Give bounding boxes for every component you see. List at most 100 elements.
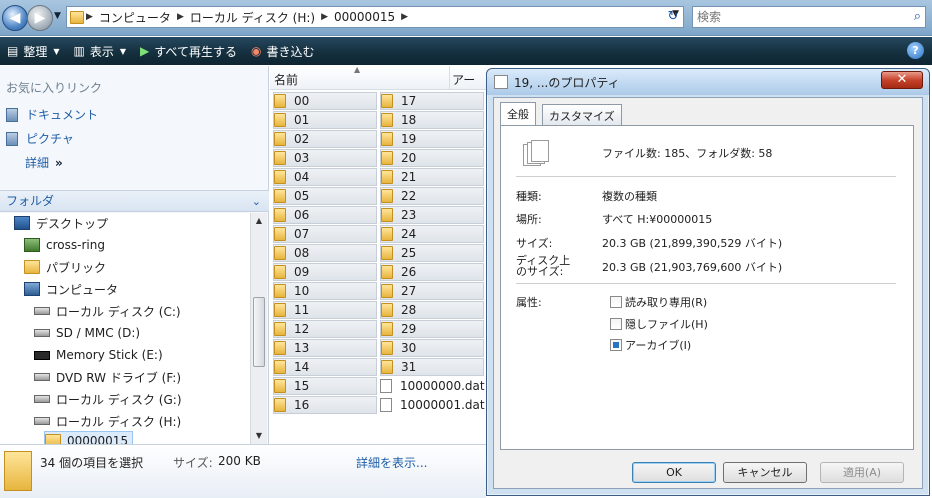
breadcrumb-drive-h[interactable]: ローカル ディスク (H:) — [186, 9, 319, 26]
search-input[interactable] — [697, 7, 897, 27]
breadcrumb-computer[interactable]: コンピュータ — [95, 9, 175, 26]
scroll-thumb[interactable] — [253, 297, 265, 367]
folder-item[interactable]: 00 — [273, 92, 377, 110]
tree-item-computer[interactable]: コンピュータ — [24, 279, 118, 299]
breadcrumb-separator-icon[interactable]: ▶ — [84, 12, 95, 22]
readonly-checkbox[interactable]: 読み取り専用(R) — [610, 294, 707, 310]
checkbox-box[interactable] — [610, 318, 622, 330]
ok-button[interactable]: OK — [632, 462, 716, 483]
item-label: 30 — [401, 341, 417, 355]
folder-item[interactable]: 06 — [273, 206, 377, 224]
folder-item[interactable]: 12 — [273, 320, 377, 338]
checkbox-box[interactable] — [610, 296, 622, 308]
folder-item[interactable]: 08 — [273, 244, 377, 262]
back-button[interactable]: ◀ — [2, 5, 28, 31]
selection-folder-icon — [4, 451, 32, 491]
folder-icon — [381, 265, 393, 279]
apply-button[interactable]: 適用(A) — [820, 462, 904, 483]
scroll-up-icon[interactable]: ▲ — [251, 213, 267, 229]
folder-item[interactable]: 01 — [273, 111, 377, 129]
organize-icon: ▤ — [7, 44, 19, 58]
favorite-link-documents[interactable]: ドキュメント — [6, 106, 98, 123]
more-links[interactable]: 詳細» — [25, 154, 63, 171]
tree-item-desktop[interactable]: デスクトップ — [14, 213, 108, 233]
burn-button[interactable]: ◉ 書き込む — [244, 39, 322, 63]
file-item[interactable]: 10000000.dat — [380, 377, 485, 395]
tree-item-drive-e[interactable]: Memory Stick (E:) — [34, 345, 163, 365]
breadcrumb-separator-icon[interactable]: ▶ — [319, 12, 330, 22]
folder-item[interactable]: 02 — [273, 130, 377, 148]
folder-item[interactable]: 07 — [273, 225, 377, 243]
tree-item-cross-ring[interactable]: cross-ring — [24, 235, 105, 255]
favorite-link-pictures[interactable]: ピクチャ — [6, 130, 74, 147]
dialog-title-bar[interactable]: 19, ...のプロパティ ✕ — [487, 69, 929, 95]
folder-item[interactable]: 17 — [380, 92, 484, 110]
tree-scrollbar[interactable]: ▲ ▼ — [250, 213, 267, 444]
item-label: 01 — [294, 113, 310, 127]
recent-pages-dropdown-icon[interactable]: ▼ — [54, 11, 61, 21]
folder-item[interactable]: 11 — [273, 301, 377, 319]
folder-item[interactable]: 19 — [380, 130, 484, 148]
show-details-link[interactable]: 詳細を表示... — [356, 454, 427, 471]
search-icon[interactable]: ⌕ — [914, 9, 921, 24]
folder-item[interactable]: 14 — [273, 358, 377, 376]
folder-item[interactable]: 10 — [273, 282, 377, 300]
tree-item-public[interactable]: パブリック — [24, 257, 106, 277]
folder-item[interactable]: 29 — [380, 320, 484, 338]
item-label: 09 — [294, 265, 310, 279]
folder-item[interactable]: 21 — [380, 168, 484, 186]
address-field[interactable]: ▶ コンピュータ ▶ ローカル ディスク (H:) ▶ 00000015 ▶ ▼ — [66, 6, 684, 28]
scroll-down-icon[interactable]: ▼ — [251, 428, 267, 444]
folder-icon — [274, 151, 286, 165]
folder-item[interactable]: 18 — [380, 111, 484, 129]
folder-item[interactable]: 13 — [273, 339, 377, 357]
tree-item-drive-g[interactable]: ローカル ディスク (G:) — [34, 389, 182, 409]
views-button[interactable]: ▥ 表示 ▼ — [67, 39, 134, 63]
tab-customize[interactable]: カスタマイズ — [542, 104, 622, 126]
folder-item[interactable]: 30 — [380, 339, 484, 357]
tab-general[interactable]: 全般 — [500, 102, 536, 127]
folder-item[interactable]: 25 — [380, 244, 484, 262]
archive-checkbox[interactable]: アーカイブ(I) — [610, 337, 691, 353]
help-icon[interactable]: ? — [907, 42, 924, 59]
file-item[interactable]: 10000001.dat — [380, 396, 485, 414]
play-all-button[interactable]: ▶ すべて再生する — [133, 39, 244, 63]
folder-item[interactable]: 24 — [380, 225, 484, 243]
checkbox-box[interactable] — [610, 339, 622, 351]
close-button[interactable]: ✕ — [881, 71, 923, 89]
tree-item-drive-c[interactable]: ローカル ディスク (C:) — [34, 301, 181, 321]
folder-icon — [381, 284, 393, 298]
folder-item[interactable]: 20 — [380, 149, 484, 167]
cancel-button[interactable]: キャンセル — [723, 462, 807, 483]
folder-item[interactable]: 27 — [380, 282, 484, 300]
folder-item[interactable]: 28 — [380, 301, 484, 319]
folder-item[interactable]: 15 — [273, 377, 377, 395]
folder-icon — [381, 341, 393, 355]
folder-item[interactable]: 31 — [380, 358, 484, 376]
drive-icon — [34, 417, 50, 425]
folder-item[interactable]: 23 — [380, 206, 484, 224]
hidden-checkbox[interactable]: 隠しファイル(H) — [610, 316, 708, 332]
forward-button[interactable]: ▶ — [27, 5, 53, 31]
folder-item[interactable]: 05 — [273, 187, 377, 205]
tree-item-drive-d[interactable]: SD / MMC (D:) — [34, 323, 140, 343]
folder-item[interactable]: 09 — [273, 263, 377, 281]
item-label: 04 — [294, 170, 310, 184]
folder-item[interactable]: 04 — [273, 168, 377, 186]
tree-item-drive-h[interactable]: ローカル ディスク (H:) — [34, 411, 181, 431]
search-box[interactable]: ⌕ — [692, 6, 926, 28]
navigation-pane: お気に入りリンク ドキュメント ピクチャ 詳細» フォルダ ⌄ デスクトップ c… — [0, 66, 269, 444]
refresh-icon[interactable]: ↻ — [662, 7, 684, 27]
folders-header[interactable]: フォルダ ⌄ — [0, 190, 269, 212]
folder-item[interactable]: 16 — [273, 396, 377, 414]
column-header-archive[interactable]: アー — [452, 71, 475, 88]
organize-button[interactable]: ▤ 整理 ▼ — [0, 39, 67, 63]
tree-item-drive-f[interactable]: DVD RW ドライブ (F:) — [34, 367, 181, 387]
folder-item[interactable]: 22 — [380, 187, 484, 205]
folder-item[interactable]: 03 — [273, 149, 377, 167]
tree-item-00000015[interactable]: 00000015 — [44, 431, 134, 444]
folder-item[interactable]: 26 — [380, 263, 484, 281]
breadcrumb-folder[interactable]: 00000015 — [330, 10, 399, 24]
breadcrumb-separator-icon[interactable]: ▶ — [175, 12, 186, 22]
breadcrumb-separator-icon[interactable]: ▶ — [399, 12, 410, 22]
